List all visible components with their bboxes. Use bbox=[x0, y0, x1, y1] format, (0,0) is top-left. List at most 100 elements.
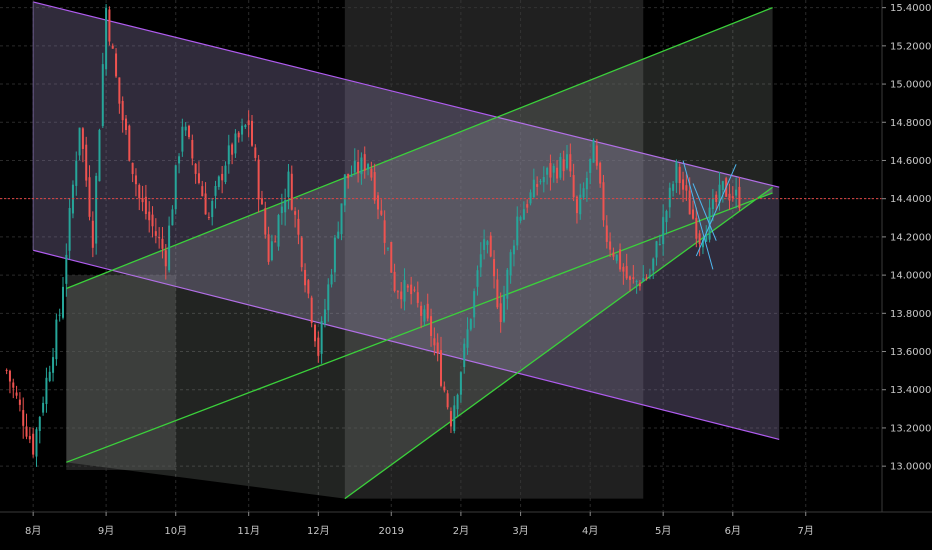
candle-body bbox=[148, 211, 151, 221]
candle-body bbox=[28, 436, 31, 440]
x-tick-label: 3月 bbox=[512, 525, 528, 537]
candle-body bbox=[638, 282, 641, 287]
candle-body bbox=[569, 154, 572, 172]
candle-body bbox=[257, 159, 260, 200]
candle-body bbox=[529, 192, 532, 204]
candle-body bbox=[18, 399, 21, 405]
candle-body bbox=[619, 249, 622, 270]
y-tick-label: 13.00000 bbox=[890, 462, 932, 473]
candle-body bbox=[595, 145, 598, 166]
candle-body bbox=[211, 200, 214, 218]
candle-body bbox=[204, 193, 207, 215]
price-chart: 15.40000 15.20000 15.00000 14.80000 14.60000… bbox=[0, 0, 932, 550]
y-tick-label: 14.80000 bbox=[890, 118, 932, 129]
candle-body bbox=[692, 209, 694, 219]
candle-body bbox=[393, 271, 396, 291]
candle-body bbox=[456, 394, 459, 410]
candle-body bbox=[251, 120, 253, 146]
candle-body bbox=[566, 154, 568, 169]
candle-body bbox=[111, 45, 114, 49]
candle-body bbox=[48, 371, 51, 381]
candle-body bbox=[343, 174, 346, 206]
candle-body bbox=[731, 196, 734, 199]
candle-body bbox=[612, 252, 615, 257]
candle-body bbox=[360, 157, 363, 175]
candle-body bbox=[320, 321, 323, 354]
candle-body bbox=[217, 176, 220, 188]
candle-body bbox=[522, 209, 525, 220]
y-tick-label: 14.20000 bbox=[890, 232, 932, 243]
candle-body bbox=[506, 269, 509, 299]
candle-body bbox=[75, 160, 78, 186]
y-tick-label: 14.00000 bbox=[890, 271, 932, 282]
candle-body bbox=[68, 208, 71, 251]
candle-body bbox=[247, 120, 250, 126]
candle-body bbox=[486, 241, 489, 245]
candle-body bbox=[665, 211, 668, 223]
candle-body bbox=[108, 9, 111, 42]
candle-body bbox=[562, 159, 565, 172]
candle-body bbox=[489, 235, 492, 257]
candle-body bbox=[52, 357, 55, 373]
candle-body bbox=[602, 182, 605, 221]
candle-body bbox=[297, 218, 300, 235]
candle-body bbox=[267, 234, 270, 262]
candle-body bbox=[400, 291, 403, 300]
candle-body bbox=[735, 189, 738, 196]
candle-body bbox=[367, 164, 370, 170]
candle-body bbox=[377, 195, 379, 210]
candle-body bbox=[81, 128, 84, 149]
candle-body bbox=[118, 77, 121, 104]
candle-body bbox=[270, 241, 273, 261]
candle-body bbox=[542, 176, 545, 183]
candle-body bbox=[333, 237, 336, 273]
candle-body bbox=[645, 277, 648, 279]
candle-body bbox=[678, 166, 681, 184]
candle-body bbox=[383, 220, 386, 243]
candle-body bbox=[635, 280, 638, 283]
candle-body bbox=[575, 196, 578, 214]
candle-body bbox=[241, 125, 244, 135]
candle-body bbox=[738, 186, 741, 209]
candle-body bbox=[479, 254, 482, 268]
candle-body bbox=[546, 168, 549, 175]
candle-body bbox=[184, 126, 187, 131]
chart-canvas: 15.40000 15.20000 15.00000 14.80000 14.60000… bbox=[0, 0, 932, 537]
candle-body bbox=[688, 190, 691, 215]
candle-body bbox=[8, 370, 11, 382]
candle-body bbox=[350, 175, 353, 177]
candle-body bbox=[698, 233, 701, 245]
candle-body bbox=[423, 309, 426, 322]
candle-body bbox=[430, 316, 433, 336]
candle-body bbox=[453, 405, 456, 431]
candle-body bbox=[396, 291, 399, 293]
candle-body bbox=[134, 175, 137, 185]
candle-body bbox=[197, 173, 200, 183]
candle-body bbox=[214, 185, 217, 196]
candle-body bbox=[284, 199, 287, 213]
candle-body bbox=[370, 168, 373, 178]
candle-body bbox=[413, 289, 416, 291]
candle-body bbox=[648, 275, 651, 277]
candle-body bbox=[629, 276, 631, 280]
candle-body bbox=[105, 7, 108, 70]
candle-body bbox=[728, 193, 731, 201]
candle-body bbox=[373, 172, 376, 201]
candle-body bbox=[446, 393, 449, 408]
candle-body bbox=[625, 266, 628, 279]
candle-body bbox=[12, 382, 15, 388]
candle-body bbox=[503, 294, 505, 322]
candle-body bbox=[58, 314, 61, 316]
x-tick-label: 4月 bbox=[582, 525, 598, 537]
candle-body bbox=[363, 154, 366, 171]
candle-body bbox=[493, 259, 496, 277]
candle-body bbox=[194, 163, 197, 174]
candle-body bbox=[125, 118, 127, 131]
candle-body bbox=[154, 231, 157, 236]
candle-body bbox=[711, 198, 714, 210]
x-tick-label: 11月 bbox=[237, 525, 260, 537]
candle-body bbox=[473, 291, 476, 318]
candle-body bbox=[347, 173, 350, 179]
candle-body bbox=[62, 286, 64, 318]
candle-body bbox=[161, 238, 164, 249]
